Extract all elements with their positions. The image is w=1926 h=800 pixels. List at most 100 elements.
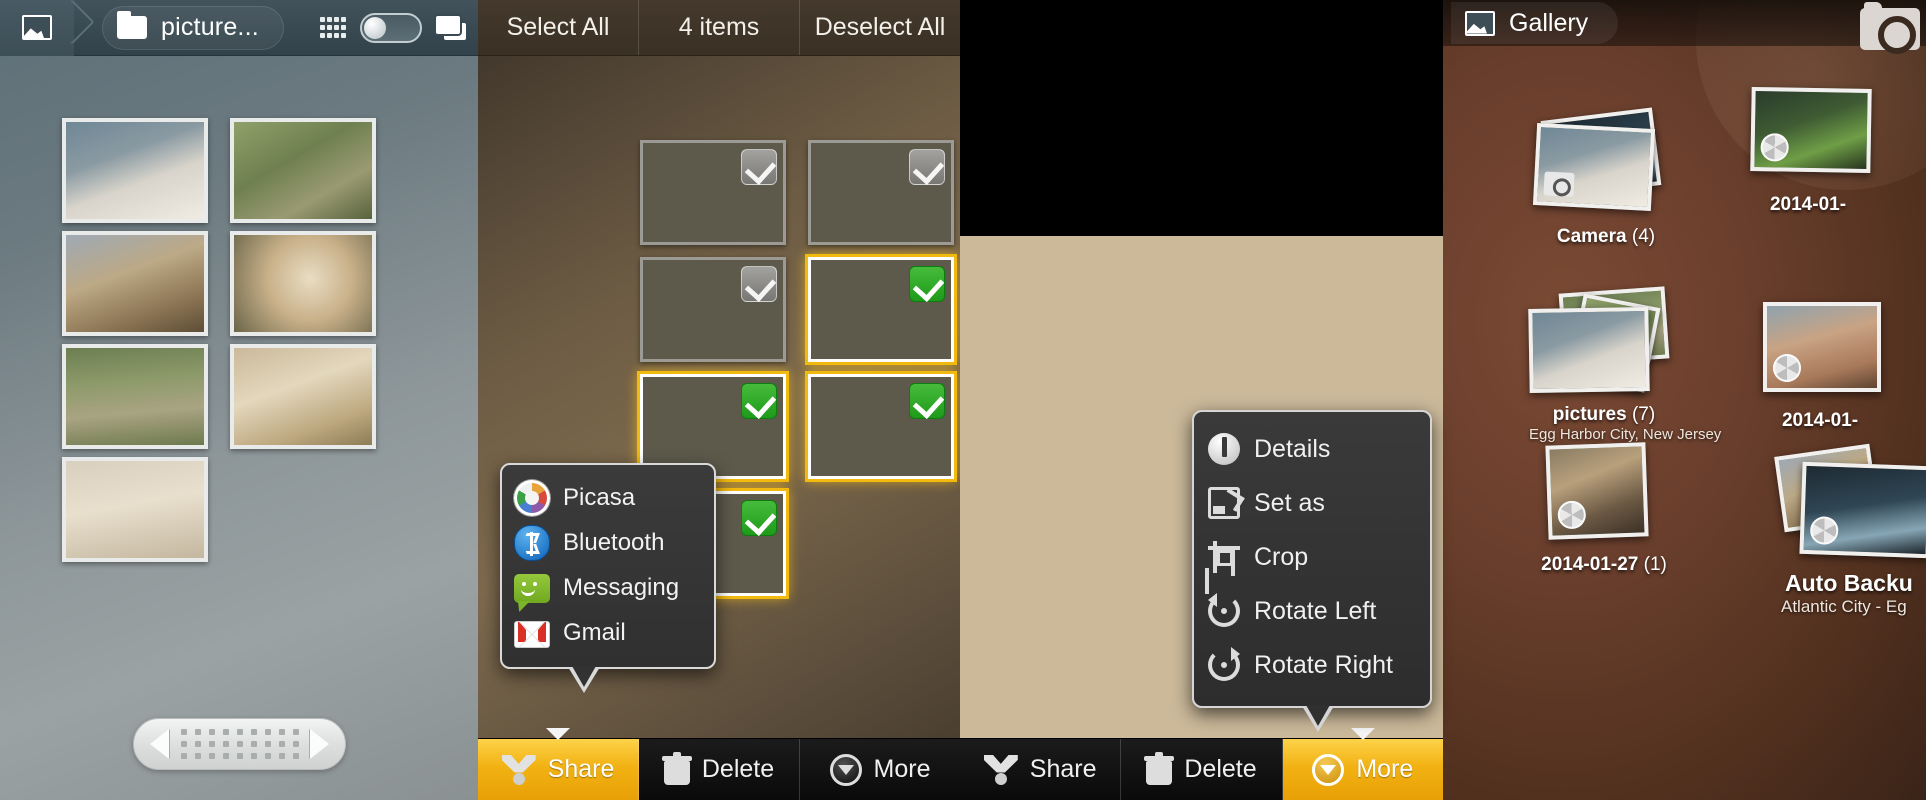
- album-2014-01-27[interactable]: 2014-01-27 (1): [1529, 440, 1679, 576]
- pager-dots: [180, 729, 299, 759]
- more-menu-item-set-as[interactable]: Set as: [1194, 476, 1430, 530]
- home-up-button[interactable]: [0, 0, 74, 56]
- trash-icon: [661, 751, 692, 785]
- thumbnail-poodle-lying-on-rug[interactable]: [230, 344, 376, 449]
- triangle-right-icon[interactable]: [310, 729, 329, 759]
- deselect-all-button[interactable]: Deselect All: [800, 0, 960, 55]
- share-menu-item-picasa[interactable]: Picasa: [502, 475, 714, 520]
- select-thumbnail-two-dogs-playing[interactable]: [640, 257, 786, 362]
- panel1-actionbar-right: [320, 12, 478, 43]
- share-button[interactable]: Share: [960, 739, 1122, 800]
- album-name: Camera (4): [1556, 226, 1656, 247]
- delete-button[interactable]: Delete: [1121, 739, 1283, 800]
- more-icon: [1312, 753, 1345, 786]
- more-menu-label: Details: [1254, 434, 1331, 463]
- checkbox-checked-icon[interactable]: [741, 500, 777, 536]
- album-thumbnail-stack: [1528, 286, 1679, 400]
- popup-pointer: [1302, 705, 1334, 732]
- album-pictures[interactable]: pictures (7) Egg Harbor City, New Jersey: [1528, 286, 1721, 443]
- thumbnail-dog-in-yard[interactable]: [62, 344, 208, 449]
- thumbnail-two-dogs-playing[interactable]: [62, 231, 208, 336]
- album-name: 2014-01-: [1769, 194, 1847, 215]
- more-menu-item-details[interactable]: Details: [1194, 422, 1430, 476]
- grid-view-icon[interactable]: [320, 16, 346, 39]
- share-icon: [502, 755, 536, 785]
- delete-button-label: Delete: [701, 755, 775, 783]
- gallery-breadcrumb[interactable]: Gallery: [1451, 2, 1619, 44]
- checkbox-checked-icon[interactable]: [909, 266, 945, 302]
- album-thumbnail-stack: [1531, 107, 1681, 222]
- photo-icon: [22, 15, 52, 40]
- album-thumbnail-stack: [1529, 440, 1679, 550]
- set-as-icon: [1208, 487, 1240, 519]
- share-icon: [984, 755, 1018, 785]
- thumbnail-poodle-being-fed[interactable]: [62, 457, 208, 562]
- select-thumbnail-poodle-closeup[interactable]: [808, 257, 954, 362]
- album-camera[interactable]: Camera (4): [1531, 107, 1681, 248]
- camera-badge-icon: [1543, 171, 1575, 197]
- more-menu-label: Rotate Right: [1254, 650, 1393, 679]
- breadcrumb[interactable]: picture...: [102, 5, 284, 50]
- bluetooth-icon: [514, 524, 550, 561]
- more-button-label: More: [1356, 755, 1414, 783]
- album-2014-01-b[interactable]: 2014-01-: [1745, 296, 1895, 432]
- album-thumbnail-stack: [1743, 443, 1926, 560]
- checkbox-checked-icon[interactable]: [741, 383, 777, 419]
- select-all-button[interactable]: Select All: [478, 0, 639, 55]
- select-thumbnail-shepherd-on-grass[interactable]: [808, 140, 954, 245]
- share-menu-item-messaging[interactable]: Messaging: [502, 565, 714, 610]
- share-menu-label: Picasa: [563, 483, 636, 511]
- more-button[interactable]: More: [1282, 728, 1443, 800]
- album-auto-backup[interactable]: Auto Backu Atlantic City - Eg: [1743, 443, 1926, 617]
- active-indicator: [1350, 728, 1375, 740]
- more-button-label: More: [873, 755, 931, 783]
- delete-button-label: Delete: [1184, 755, 1257, 783]
- popup-pointer: [568, 666, 600, 693]
- checkbox-unchecked-icon[interactable]: [909, 149, 945, 185]
- more-menu-item-rotate-right[interactable]: Rotate Right: [1194, 638, 1430, 692]
- triangle-left-icon[interactable]: [150, 729, 169, 759]
- checkbox-checked-icon[interactable]: [909, 383, 945, 419]
- stack-view-icon[interactable]: [436, 15, 466, 40]
- share-menu-item-bluetooth[interactable]: Bluetooth: [502, 520, 714, 565]
- checkbox-unchecked-icon[interactable]: [741, 149, 777, 185]
- album-name: pictures (7): [1552, 404, 1656, 425]
- share-popup-menu: Picasa Bluetooth Messaging Gmail: [500, 463, 716, 693]
- photo-icon: [1465, 10, 1495, 36]
- share-menu-item-gmail[interactable]: Gmail: [502, 610, 714, 655]
- share-menu-label: Messaging: [563, 573, 680, 601]
- album-name: 2014-01-27 (1): [1541, 554, 1667, 575]
- thumbnail-poodle-closeup[interactable]: [230, 231, 376, 336]
- album-thumbnail-stack: [1745, 296, 1895, 406]
- more-menu-label: Set as: [1254, 488, 1325, 517]
- share-button-label: Share: [1029, 755, 1097, 783]
- more-menu-item-rotate-left[interactable]: Rotate Left: [1194, 584, 1430, 638]
- panel2-action-bar: Select All 4 items Deselect All: [478, 0, 960, 56]
- android-gallery-screenshot: picture... Select All 4 items Deselect A…: [0, 0, 1926, 800]
- gallery-label: Gallery: [1509, 8, 1589, 37]
- crop-icon: [1208, 541, 1240, 576]
- panel-multi-select: Select All 4 items Deselect All Share De…: [478, 0, 960, 800]
- delete-button[interactable]: Delete: [639, 739, 800, 800]
- album-2014-01-a[interactable]: 2014-01-: [1733, 80, 1883, 216]
- panel1-action-bar: picture...: [0, 0, 478, 56]
- panel3-bottom-bar: Share Delete More: [960, 728, 1443, 800]
- album-subtitle: Atlantic City - Eg: [1781, 597, 1907, 616]
- share-menu-label: Bluetooth: [563, 528, 665, 556]
- view-toggle-switch[interactable]: [360, 12, 422, 43]
- share-button-label: Share: [547, 755, 615, 783]
- more-popup-menu: Details Set as Crop Rotate Left Rotate R…: [1192, 410, 1432, 732]
- panel-gallery-albums: Gallery Camera (4) 2014-01- pictures (7)…: [1443, 0, 1926, 800]
- album-name: 2014-01-: [1781, 410, 1859, 431]
- select-thumbnail-poodle-lying-on-rug[interactable]: [808, 374, 954, 479]
- pager-control[interactable]: [133, 718, 346, 770]
- more-icon: [829, 753, 862, 786]
- more-button[interactable]: More: [800, 739, 960, 800]
- checkbox-unchecked-icon[interactable]: [741, 266, 777, 302]
- camera-icon[interactable]: [1860, 2, 1920, 54]
- share-button[interactable]: Share: [478, 728, 639, 800]
- thumbnail-dog-with-teddy-bear[interactable]: [62, 118, 208, 223]
- thumbnail-shepherd-on-grass[interactable]: [230, 118, 376, 223]
- more-menu-item-crop[interactable]: Crop: [1194, 530, 1430, 584]
- select-thumbnail-dog-with-teddy-bear[interactable]: [640, 140, 786, 245]
